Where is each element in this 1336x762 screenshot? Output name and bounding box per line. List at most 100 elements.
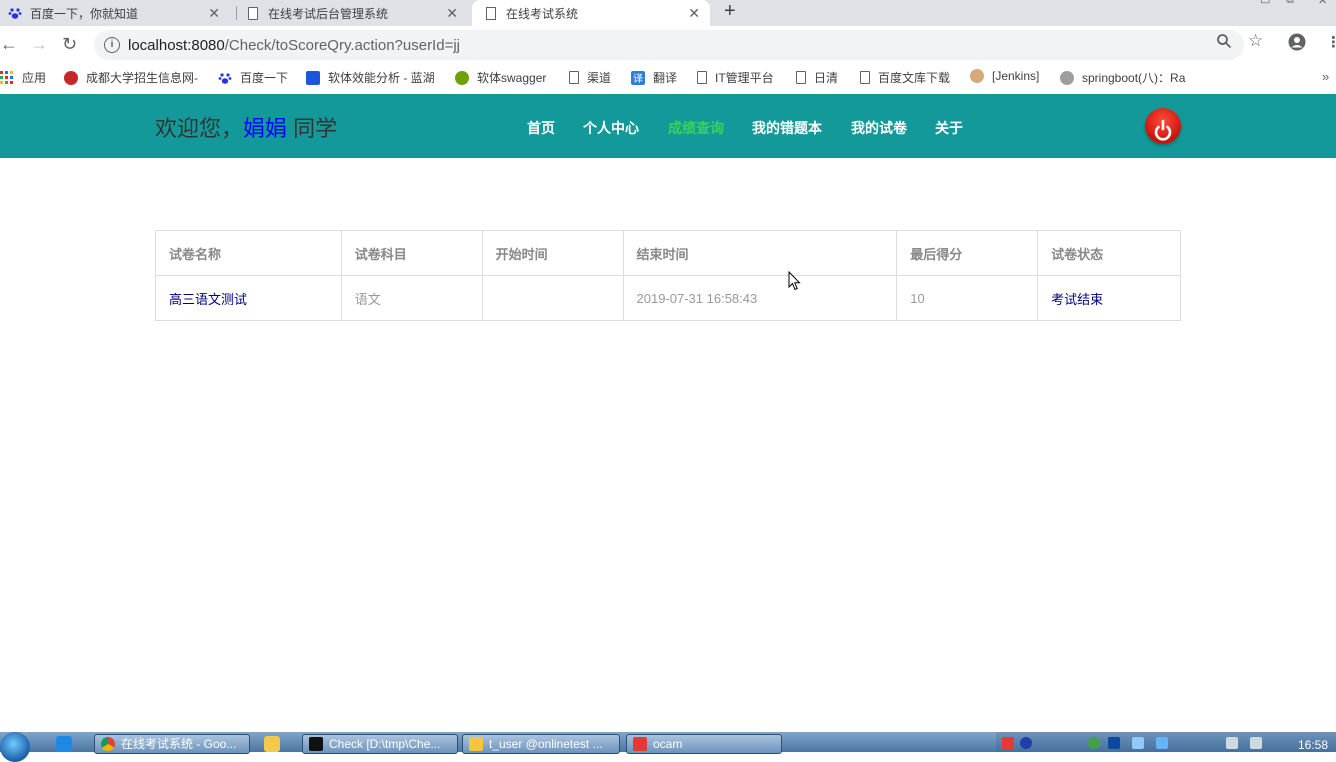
taskbar-window-chrome[interactable]: 在线考试系统 - Goo...: [94, 734, 250, 754]
apps-grid-icon: [0, 70, 14, 85]
browser-toolbar: ← → ↻ i localhost:8080/Check/toScoreQry.…: [0, 26, 1336, 64]
jenkins-icon: [970, 69, 984, 83]
table-row: 高三语文测试 语文 2019-07-31 16:58:43 10 考试结束: [155, 275, 1181, 321]
bookmark-star-icon[interactable]: ☆: [1248, 31, 1263, 51]
sogou-ime-icon[interactable]: [1002, 737, 1014, 749]
ie-icon[interactable]: [56, 736, 72, 752]
nav-profile[interactable]: 个人中心: [583, 118, 639, 138]
intellij-icon: [309, 737, 323, 751]
bookmark-swagger[interactable]: 软体swagger: [455, 69, 546, 86]
start-time: [481, 275, 624, 321]
bookmark-cdu[interactable]: 成都大学招生信息网-: [64, 69, 198, 86]
column-header: 试卷名称: [155, 230, 342, 276]
end-time: 2019-07-31 16:58:43: [622, 275, 898, 321]
nav-score-query[interactable]: 成绩查询: [668, 118, 724, 138]
back-icon[interactable]: ←: [0, 34, 18, 54]
bookmark-apps[interactable]: 应用: [0, 69, 46, 86]
page-icon: [569, 71, 579, 84]
page-icon: [246, 6, 260, 20]
taskbar-clock[interactable]: 16:58: [1298, 738, 1328, 752]
paper-status-link[interactable]: 考试结束: [1037, 275, 1181, 321]
page-icon: [796, 71, 806, 84]
reload-icon[interactable]: ↻: [62, 34, 77, 54]
nav-about[interactable]: 关于: [935, 118, 963, 138]
signal-icon[interactable]: [1226, 737, 1238, 749]
system-tray: 16:58: [996, 732, 1336, 752]
score-table: 试卷名称 试卷科目 开始时间 结束时间 最后得分 试卷状态 高三语文测试 语文 …: [155, 230, 1181, 321]
lanhu-icon: [306, 70, 320, 85]
column-header: 试卷科目: [340, 230, 483, 276]
tab-title: 百度一下，你就知道: [30, 6, 139, 21]
bookmark-lanhu[interactable]: 软体效能分析 - 蓝湖: [306, 69, 435, 86]
tab-title: 在线考试后台管理系统: [268, 6, 389, 21]
volume-icon[interactable]: [1250, 737, 1262, 749]
springboot-icon: [1060, 70, 1074, 85]
minimize-icon[interactable]: ▭: [1260, 0, 1270, 7]
page-icon: [697, 71, 707, 84]
tab-separator: [236, 6, 237, 20]
wechat-icon[interactable]: [1088, 737, 1100, 749]
url-text: localhost:8080/Check/toScoreQry.action?u…: [128, 36, 460, 54]
forward-icon[interactable]: →: [30, 34, 48, 54]
bookmark-it-platform[interactable]: IT管理平台: [697, 69, 774, 86]
menu-kebab-icon[interactable]: ⋮: [1326, 33, 1336, 51]
page-icon: [860, 71, 870, 84]
bookmark-wenku[interactable]: 百度文库下载: [860, 69, 950, 86]
paper-subject: 语文: [340, 275, 483, 321]
baidu-paw-icon: [218, 71, 232, 85]
file-explorer-icon[interactable]: [264, 736, 280, 752]
network-tray-icon[interactable]: [1156, 737, 1168, 749]
navicat-icon: [469, 737, 483, 751]
bookmark-baidu[interactable]: 百度一下: [218, 69, 288, 86]
swagger-icon: [455, 70, 469, 85]
cdu-icon: [64, 70, 78, 85]
bookmarks-bar: 应用 成都大学招生信息网- 百度一下 软体效能分析 - 蓝湖 软体swagger…: [0, 64, 1336, 92]
tab-title: 在线考试系统: [506, 6, 579, 21]
nav-wrong-questions[interactable]: 我的错题本: [752, 118, 822, 138]
restore-icon[interactable]: ⧉: [1286, 0, 1294, 7]
chrome-icon: [101, 737, 115, 751]
site-info-icon[interactable]: i: [104, 37, 120, 53]
nav-home[interactable]: 首页: [527, 118, 555, 138]
column-header: 试卷状态: [1037, 230, 1181, 276]
bookmark-riqing[interactable]: 日清: [796, 69, 838, 86]
nav-my-papers[interactable]: 我的试卷: [851, 118, 907, 138]
bookmark-jenkins[interactable]: [Jenkins]: [970, 69, 1039, 83]
table-header-row: 试卷名称 试卷科目 开始时间 结束时间 最后得分 试卷状态: [155, 230, 1181, 276]
more-bookmarks-icon[interactable]: »: [1322, 69, 1329, 84]
browser-tab-strip: 百度一下，你就知道 ✕ 在线考试后台管理系统 ✕ 在线考试系统 ✕ + ▭ ⧉ …: [0, 0, 1336, 26]
profile-avatar-icon[interactable]: [1288, 33, 1306, 55]
new-tab-button[interactable]: +: [724, 0, 736, 22]
bookmark-qudao[interactable]: 渠道: [569, 69, 611, 86]
help-icon[interactable]: [1020, 737, 1032, 749]
paper-name-link[interactable]: 高三语文测试: [155, 275, 342, 321]
final-score: 10: [896, 275, 1039, 321]
column-header: 结束时间: [622, 230, 898, 276]
tab-baidu[interactable]: 百度一下，你就知道 ✕: [8, 0, 230, 26]
shield-icon[interactable]: [1132, 737, 1144, 749]
bookmark-translate[interactable]: 译 翻译: [631, 69, 677, 86]
taskbar-window-navicat[interactable]: t_user @onlinetest ...: [462, 734, 620, 754]
close-icon[interactable]: ✕: [208, 5, 220, 22]
welcome-message: 欢迎您，娟娟 同学: [155, 116, 338, 141]
tab-exam-active[interactable]: 在线考试系统 ✕: [472, 0, 710, 26]
bookmark-springboot[interactable]: springboot(八)：Ra: [1060, 69, 1196, 86]
baidu-paw-icon: [8, 6, 22, 20]
start-menu-icon[interactable]: [0, 732, 30, 762]
ocam-icon: [633, 737, 647, 751]
bluetooth-icon[interactable]: [1108, 737, 1120, 749]
address-bar[interactable]: i localhost:8080/Check/toScoreQry.action…: [94, 30, 1244, 60]
tab-admin[interactable]: 在线考试后台管理系统 ✕: [246, 0, 468, 26]
logout-power-button[interactable]: [1145, 108, 1181, 144]
column-header: 开始时间: [481, 230, 624, 276]
app-header: 欢迎您，娟娟 同学 首页 个人中心 成绩查询 我的错题本 我的试卷 关于: [0, 94, 1336, 158]
close-icon[interactable]: ✕: [446, 5, 458, 22]
close-window-icon[interactable]: ✕: [1318, 0, 1327, 7]
taskbar-window-intellij[interactable]: Check [D:\tmp\Che...: [302, 734, 458, 754]
close-icon[interactable]: ✕: [688, 5, 700, 22]
os-taskbar: 在线考试系统 - Goo... Check [D:\tmp\Che... t_u…: [0, 732, 1336, 762]
user-name: 娟娟: [243, 116, 288, 141]
zoom-search-icon[interactable]: [1216, 33, 1232, 53]
taskbar-window-ocam[interactable]: ocam: [626, 734, 782, 754]
page-icon: [484, 6, 498, 20]
